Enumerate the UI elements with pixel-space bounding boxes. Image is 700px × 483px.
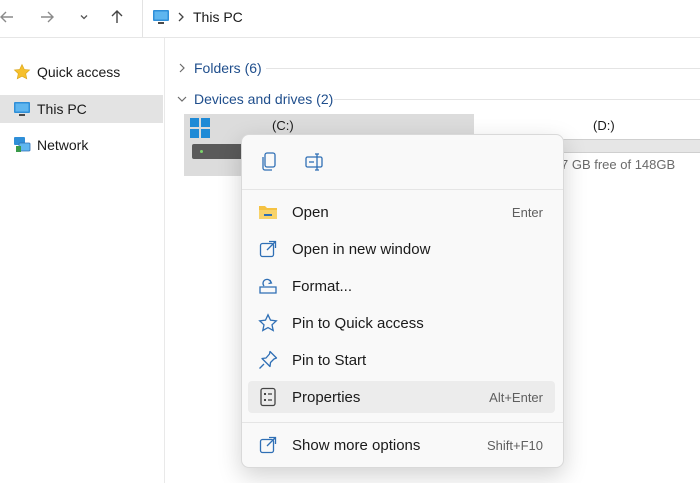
menu-item-label: Open	[292, 203, 329, 221]
menu-item-label: Pin to Start	[292, 351, 367, 369]
group-divider	[334, 99, 700, 100]
drive-label: (C:)	[272, 118, 294, 133]
hard-drive-icon	[192, 144, 247, 159]
star-icon	[13, 63, 31, 81]
menu-item-pin-to-start[interactable]: Pin to Start	[248, 344, 555, 376]
menu-item-open-in-new-window[interactable]: Open in new window	[248, 233, 555, 265]
windows-logo-icon	[190, 118, 210, 138]
back-button[interactable]	[0, 6, 18, 28]
group-divider	[266, 68, 700, 69]
drive-free-space: 7 GB free of 148GB	[561, 157, 676, 172]
group-label: Folders (6)	[194, 60, 262, 76]
menu-item-pin-to-quick-access[interactable]: Pin to Quick access	[248, 307, 555, 339]
navigation-bar: This PC	[0, 0, 700, 38]
pane-divider[interactable]	[164, 38, 165, 483]
menu-item-label: Show more options	[292, 436, 421, 454]
menu-item-shortcut: Alt+Enter	[489, 389, 543, 405]
menu-item-shortcut: Enter	[511, 204, 543, 220]
menu-item-label: Open in new window	[292, 240, 431, 258]
menu-item-open[interactable]: Open Enter	[248, 196, 555, 228]
folder-icon	[258, 202, 278, 222]
context-menu: Open Enter Open in new window Format... …	[241, 134, 564, 468]
up-button[interactable]	[106, 6, 128, 28]
navigation-pane: Quick access This PC Network	[0, 38, 163, 483]
monitor-icon	[152, 8, 170, 26]
format-icon	[258, 276, 278, 296]
copy-button[interactable]	[255, 149, 283, 175]
sidebar-item-this-pc[interactable]: This PC	[0, 95, 163, 123]
menu-separator	[242, 189, 563, 190]
menu-item-shortcut: Shift+F10	[486, 437, 543, 453]
more-options-icon	[258, 435, 278, 455]
drive-usage-bar	[560, 139, 700, 153]
network-icon	[13, 136, 31, 154]
open-new-window-icon	[258, 239, 278, 259]
address-bar-divider	[142, 0, 143, 37]
address-location[interactable]: This PC	[193, 9, 243, 25]
context-menu-toolbar	[242, 135, 563, 189]
chevron-right-icon	[176, 62, 188, 74]
group-label: Devices and drives (2)	[194, 91, 334, 107]
chevron-down-icon	[80, 15, 88, 20]
sidebar-item-label: Quick access	[37, 64, 121, 80]
sidebar-item-network[interactable]: Network	[0, 131, 163, 159]
copy-icon	[262, 152, 276, 171]
pin-icon	[258, 350, 278, 370]
properties-icon	[258, 387, 278, 407]
back-arrow-icon	[0, 11, 13, 23]
chevron-right-icon[interactable]	[176, 9, 186, 25]
rename-button[interactable]	[302, 149, 330, 175]
star-outline-icon	[258, 313, 278, 333]
rename-icon	[305, 153, 323, 171]
menu-item-label: Pin to Quick access	[292, 314, 424, 332]
sidebar-item-label: Network	[37, 137, 89, 153]
drive-label[interactable]: (D:)	[593, 118, 615, 133]
sidebar-item-label: This PC	[37, 101, 87, 117]
forward-arrow-icon	[41, 11, 54, 23]
menu-separator	[242, 422, 563, 423]
menu-item-label: Properties	[292, 388, 361, 406]
menu-item-label: Format...	[292, 277, 353, 295]
up-arrow-icon	[111, 10, 123, 23]
recent-locations-button[interactable]	[73, 6, 95, 28]
forward-button[interactable]	[36, 6, 58, 28]
menu-item-format[interactable]: Format...	[248, 270, 555, 302]
group-header-folders[interactable]: Folders (6)	[176, 58, 262, 78]
menu-item-properties[interactable]: Properties Alt+Enter	[248, 381, 555, 413]
monitor-icon	[13, 100, 31, 118]
sidebar-item-quick-access[interactable]: Quick access	[0, 58, 163, 86]
menu-item-show-more-options[interactable]: Show more options Shift+F10	[248, 429, 555, 461]
chevron-down-icon	[176, 93, 188, 105]
group-header-devices-and-drives[interactable]: Devices and drives (2)	[176, 89, 333, 109]
